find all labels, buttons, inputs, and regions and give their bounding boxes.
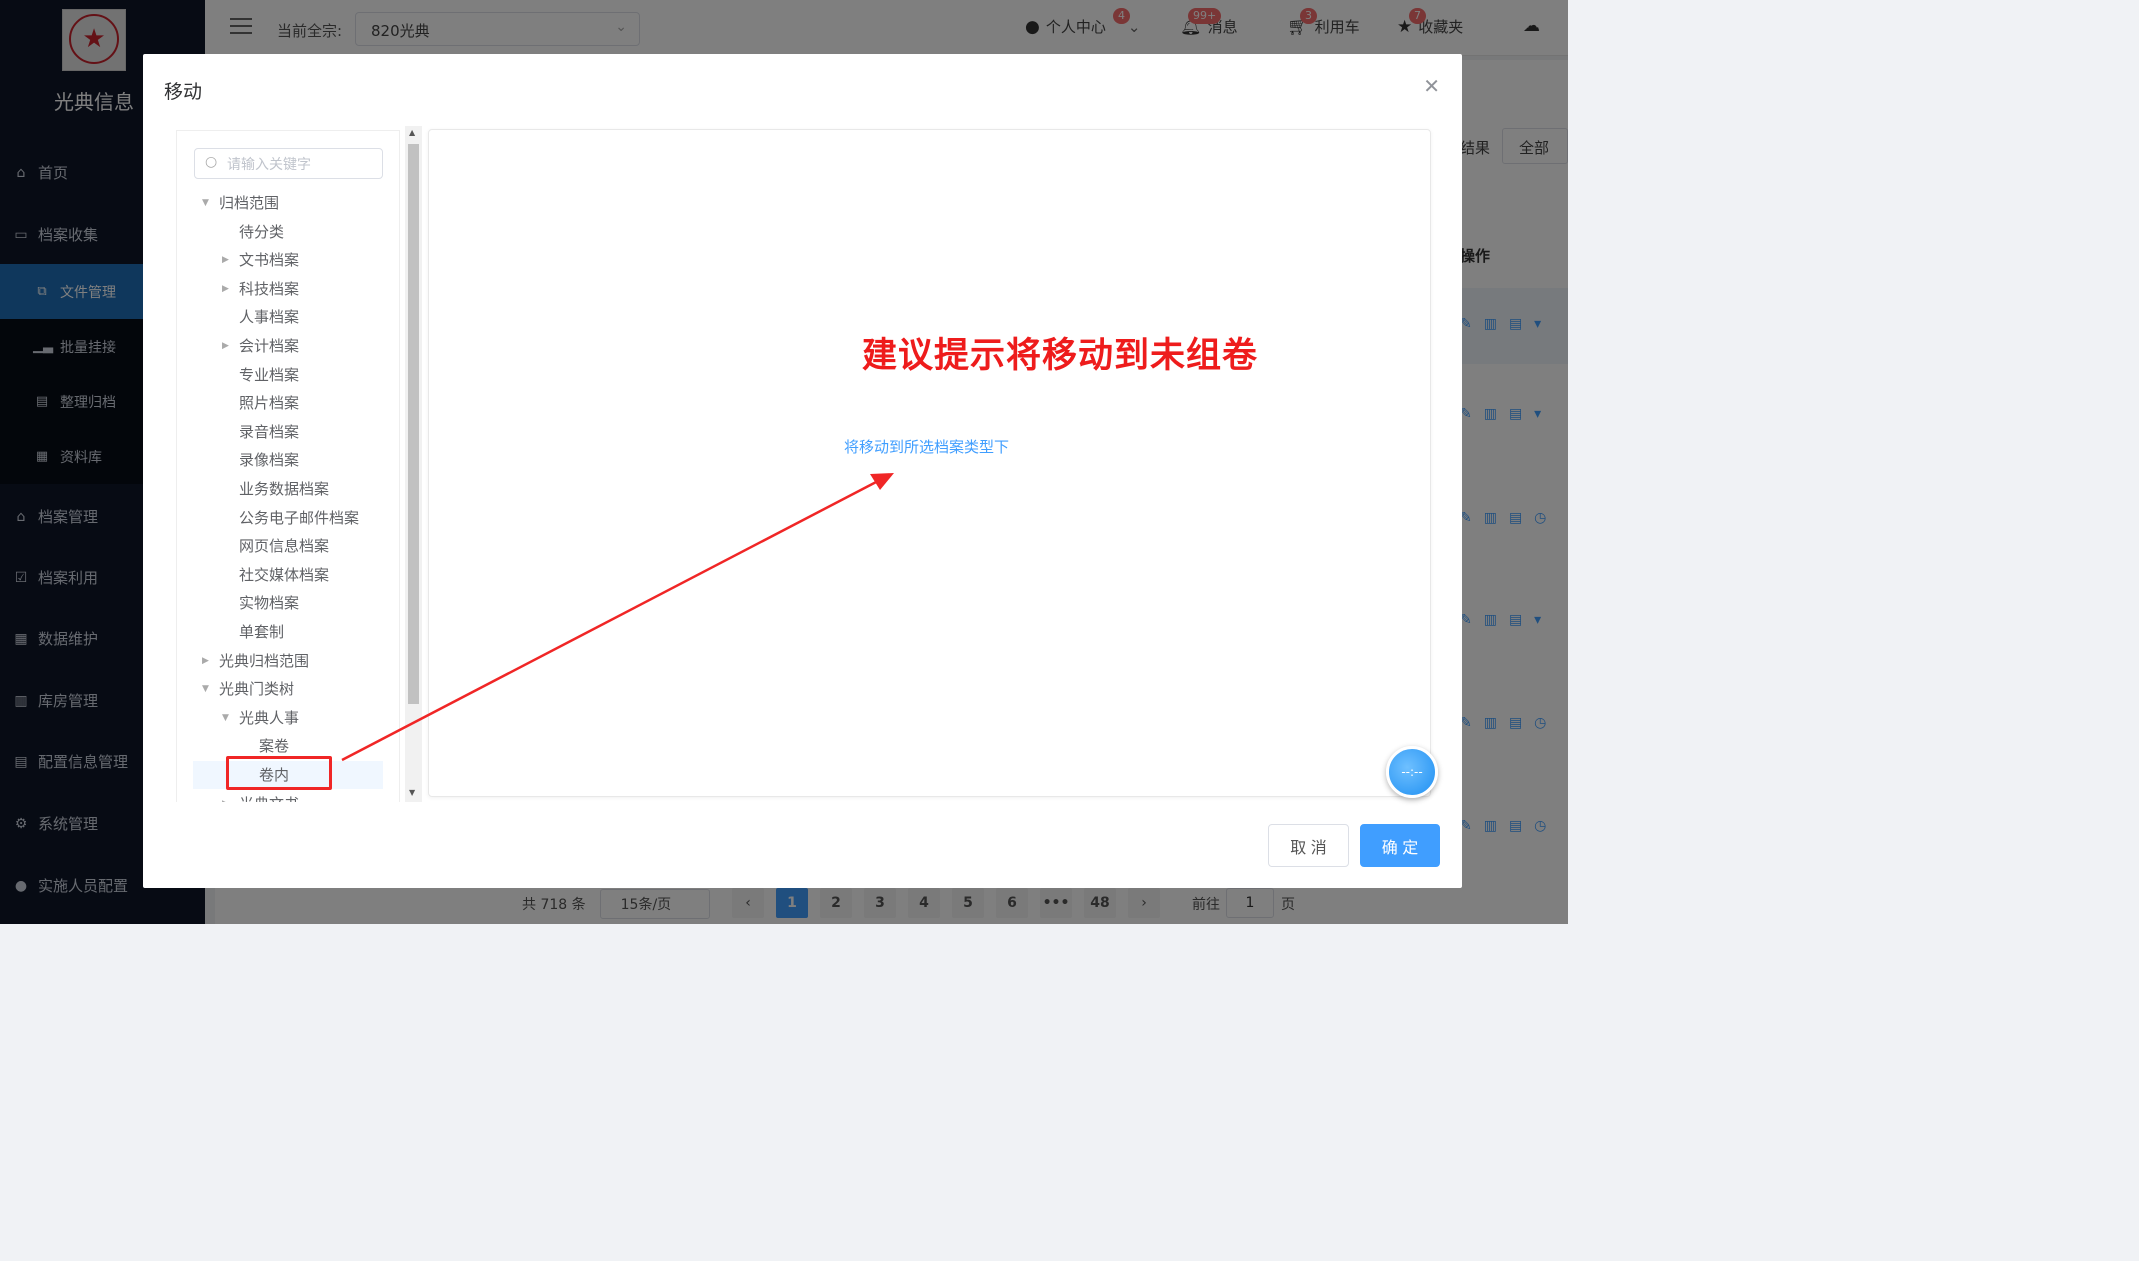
tree-node-label: 光典门类树 <box>219 680 295 699</box>
tree-scrollbar[interactable]: ▲ ▼ <box>405 126 422 802</box>
tree-node-label: 会计档案 <box>239 337 300 355</box>
tree-node-label: 文书档案 <box>239 251 300 270</box>
tree-node-label: 专业档案 <box>239 365 300 384</box>
tree-node[interactable]: ▶ 文书档案 <box>177 246 399 274</box>
tree-node-label: 公务电子邮件档案 <box>239 508 360 527</box>
search-icon: ○ <box>205 154 218 170</box>
tree-node-label: 录音档案 <box>239 422 300 441</box>
tree-node[interactable]: 照片档案 <box>177 389 399 417</box>
scroll-up-arrow-icon[interactable]: ▲ <box>409 128 415 137</box>
move-hint: 将移动到所选档案类型下 <box>844 438 1010 456</box>
caret-right-icon[interactable]: ▶ <box>202 647 209 675</box>
target-info-panel: 建议提示将移动到未组卷 将移动到所选档案类型下 <box>428 129 1431 797</box>
close-icon[interactable]: ✕ <box>1423 74 1440 98</box>
tree-node[interactable]: 专业档案 <box>177 361 399 389</box>
tree-node-label: 实物档案 <box>239 594 300 613</box>
tree-node[interactable]: ▶ 科技档案 <box>177 275 399 303</box>
tree-node-label: 人事档案 <box>239 308 300 327</box>
scroll-down-arrow-icon[interactable]: ▼ <box>409 788 415 797</box>
tree-node[interactable]: ▼ 光典门类树 <box>177 675 399 703</box>
annotation-highlight-box <box>226 756 332 790</box>
tree-node[interactable]: 单套制 <box>177 618 399 646</box>
move-dialog: 移动 ✕ ○ 请输入关键字 ▼ 归档范围待分类 ▶ 文书档案 ▶ 科技档案人事档案 ▶ 会计档… <box>143 54 1462 888</box>
caret-right-icon[interactable]: ▶ <box>222 332 229 360</box>
tree-node-label: 科技档案 <box>239 279 300 298</box>
tree-node-label: 单套制 <box>239 623 285 641</box>
caret-right-icon[interactable]: ▶ <box>222 275 229 303</box>
tree-node[interactable]: 待分类 <box>177 218 399 246</box>
caret-down-icon[interactable]: ▼ <box>202 675 209 703</box>
tree-node[interactable]: 网页信息档案 <box>177 532 399 560</box>
tree-node-label: 光典归档范围 <box>219 651 310 670</box>
tree-node-label: 光典文书 <box>239 790 299 802</box>
caret-down-icon[interactable]: ▼ <box>222 704 229 732</box>
tree-node[interactable]: ▶ 会计档案 <box>177 332 399 360</box>
tree-node[interactable]: 录音档案 <box>177 418 399 446</box>
tree-node-label: 照片档案 <box>239 394 300 413</box>
tree-node-label: 网页信息档案 <box>239 537 330 556</box>
tree-node[interactable]: ▶ 光典归档范围 <box>177 647 399 675</box>
tree-node-label: 社交媒体档案 <box>239 565 330 584</box>
tree-node-label: 录像档案 <box>239 451 300 470</box>
category-tree-panel: ○ 请输入关键字 ▼ 归档范围待分类 ▶ 文书档案 ▶ 科技档案人事档案 ▶ 会计档案专业档案… <box>176 130 400 802</box>
tree-node[interactable]: ▼ 光典人事 <box>177 704 399 732</box>
annotation-text: 建议提示将移动到未组卷 <box>862 336 1259 376</box>
tree-node[interactable]: ▶ 光典文书 <box>177 790 399 802</box>
tree-node[interactable]: 人事档案 <box>177 303 399 331</box>
tree-search-input[interactable]: ○ 请输入关键字 <box>194 148 383 179</box>
cancel-button[interactable]: 取 消 <box>1268 824 1349 867</box>
tree-node-label: 业务数据档案 <box>239 480 330 498</box>
tree-node[interactable]: ▼ 归档范围 <box>177 189 399 217</box>
tree-node[interactable]: 业务数据档案 <box>177 475 399 503</box>
tree-node[interactable]: 实物档案 <box>177 589 399 617</box>
caret-down-icon[interactable]: ▼ <box>202 189 209 217</box>
confirm-button[interactable]: 确 定 <box>1360 824 1440 867</box>
tree-node[interactable]: 录像档案 <box>177 446 399 474</box>
tree-node-label: 待分类 <box>239 222 285 241</box>
tree-node[interactable]: 公务电子邮件档案 <box>177 504 399 532</box>
tree-node[interactable]: 社交媒体档案 <box>177 561 399 589</box>
tree-node-label: 光典人事 <box>239 708 300 727</box>
scrollbar-thumb[interactable] <box>408 144 419 704</box>
caret-right-icon[interactable]: ▶ <box>222 246 229 274</box>
caret-right-icon[interactable]: ▶ <box>222 790 229 802</box>
tree-node-label: 归档范围 <box>219 194 280 212</box>
floating-assistant-button[interactable]: --:-- <box>1386 746 1438 798</box>
dialog-title: 移动 <box>164 81 203 103</box>
